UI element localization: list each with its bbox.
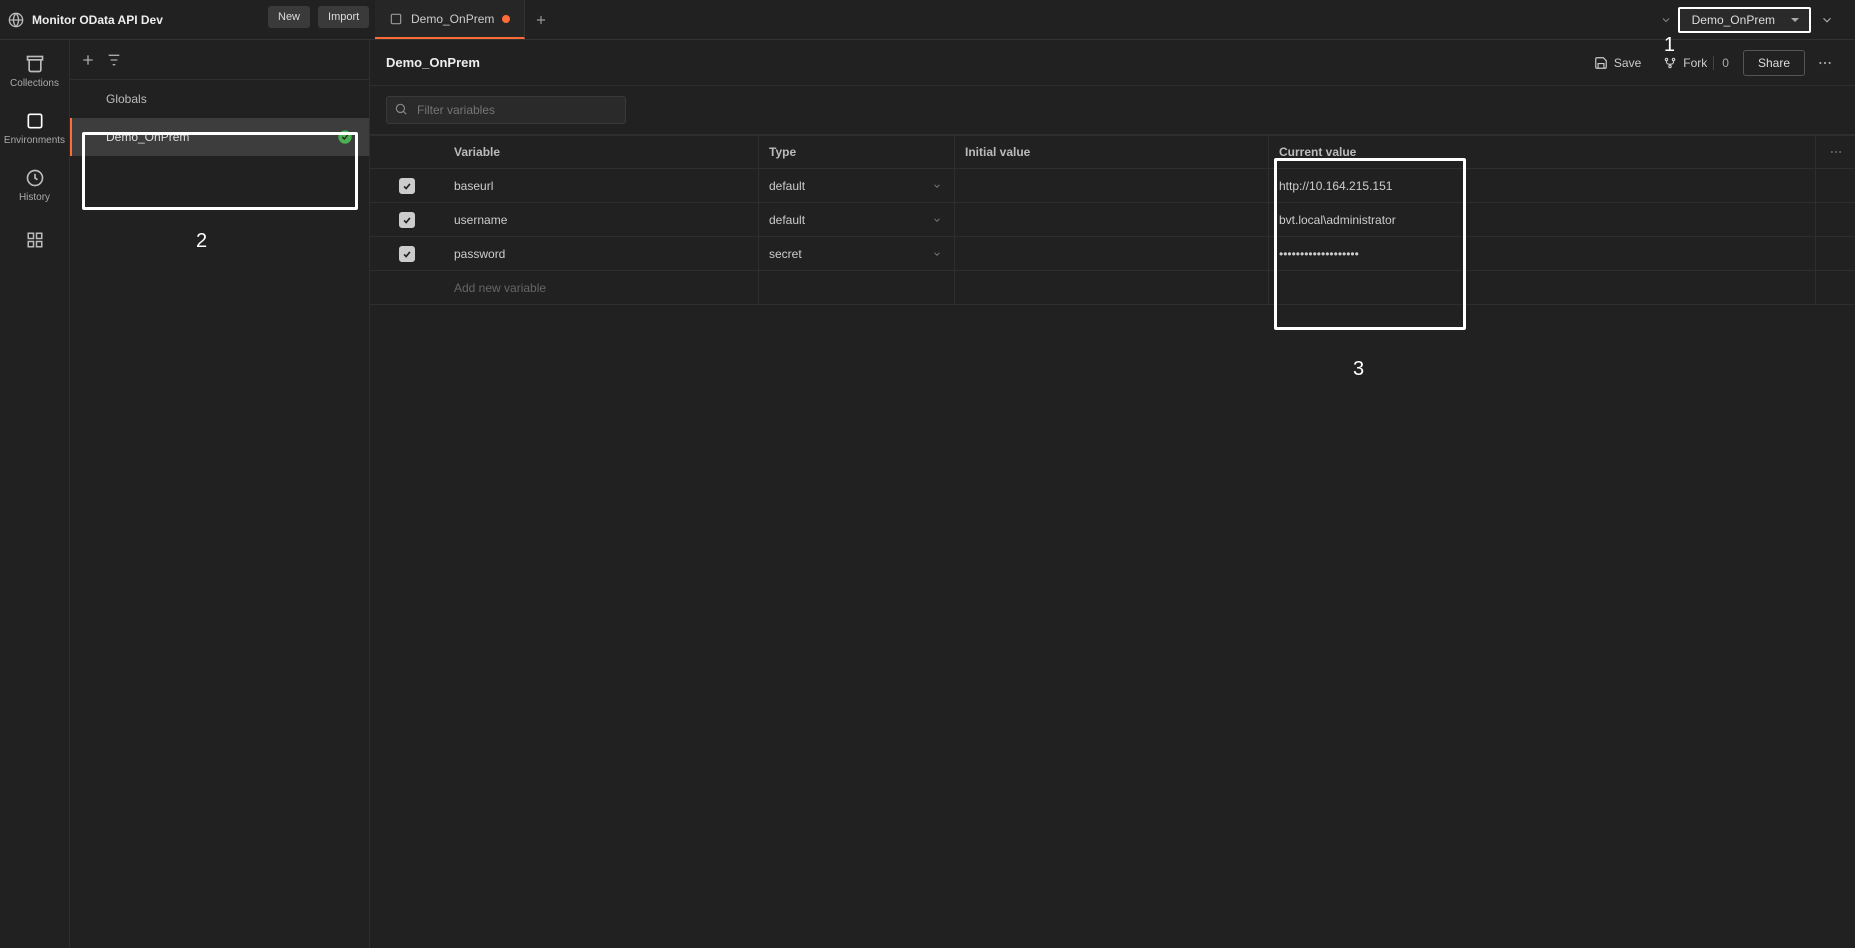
- callout-label-3: 3: [1353, 358, 1364, 381]
- filter-variables-input[interactable]: [386, 96, 626, 124]
- sidebar: Globals Demo_OnPrem 2: [70, 40, 370, 948]
- rail-environments[interactable]: Environments: [0, 105, 69, 152]
- var-name[interactable]: password: [444, 237, 758, 270]
- var-initial[interactable]: [954, 237, 1268, 270]
- box-icon: [389, 12, 403, 26]
- box-icon: [25, 111, 45, 131]
- callout-label-1: 1: [1664, 34, 1675, 57]
- col-current: Current value: [1268, 136, 1815, 168]
- table-row: baseurl default http://10.164.215.151: [370, 169, 1855, 203]
- col-initial: Initial value: [954, 136, 1268, 168]
- row-checkbox[interactable]: [399, 212, 415, 228]
- rail-collections-label: Collections: [10, 78, 59, 89]
- env-selector-value: Demo_OnPrem: [1692, 13, 1775, 27]
- rail-environments-label: Environments: [4, 135, 65, 146]
- share-button[interactable]: Share: [1743, 50, 1805, 76]
- unsaved-dot-icon: [502, 15, 510, 23]
- dots-icon: [1817, 55, 1833, 71]
- new-tab-button[interactable]: [525, 13, 557, 27]
- variables-table: Variable Type Initial value Current valu…: [370, 135, 1855, 305]
- sidebar-item-globals[interactable]: Globals: [70, 80, 369, 118]
- sidebar-globals-label: Globals: [106, 92, 147, 106]
- tab-strip: Demo_OnPrem: [375, 0, 557, 39]
- var-current[interactable]: http://10.164.215.151: [1268, 169, 1815, 202]
- import-button[interactable]: Import: [318, 6, 369, 28]
- chevron-down-icon: [932, 181, 942, 191]
- table-row-add[interactable]: Add new variable: [370, 271, 1855, 305]
- fork-icon: [1663, 56, 1677, 70]
- var-type[interactable]: default: [758, 203, 954, 236]
- var-name[interactable]: username: [444, 203, 758, 236]
- var-type[interactable]: secret: [758, 237, 954, 270]
- main-panel: Demo_OnPrem Save Fork 0 Share: [370, 40, 1855, 948]
- table-header-menu[interactable]: [1815, 136, 1855, 168]
- environment-selector[interactable]: Demo_OnPrem: [1678, 7, 1811, 33]
- tab-demo-onprem[interactable]: Demo_OnPrem: [375, 0, 525, 39]
- var-name[interactable]: baseurl: [444, 169, 758, 202]
- save-icon: [1594, 56, 1608, 70]
- chevron-down-icon: [932, 215, 942, 225]
- fork-label: Fork: [1683, 56, 1707, 70]
- env-quicklook-button[interactable]: [1813, 6, 1841, 34]
- col-type: Type: [758, 136, 954, 168]
- clock-icon: [25, 168, 45, 188]
- check-icon: [337, 129, 353, 145]
- rail-collections[interactable]: Collections: [0, 48, 69, 95]
- sidebar-item-demo-onprem[interactable]: Demo_OnPrem: [70, 118, 369, 156]
- var-initial[interactable]: [954, 169, 1268, 202]
- save-button[interactable]: Save: [1586, 52, 1649, 74]
- page-title: Demo_OnPrem: [386, 55, 480, 70]
- sidebar-env-label: Demo_OnPrem: [106, 130, 189, 144]
- dots-icon: [1829, 145, 1843, 159]
- chevron-down-icon: [932, 249, 942, 259]
- rail-history[interactable]: History: [0, 162, 69, 209]
- table-row: password secret •••••••••••••••••••: [370, 237, 1855, 271]
- add-variable-placeholder[interactable]: Add new variable: [444, 271, 758, 304]
- var-current[interactable]: bvt.local\administrator: [1268, 203, 1815, 236]
- filter-env-button[interactable]: [106, 52, 122, 68]
- var-type[interactable]: default: [758, 169, 954, 202]
- top-bar: Monitor OData API Dev New Import Demo_On…: [0, 0, 1855, 40]
- save-label: Save: [1614, 56, 1641, 70]
- table-row: username default bvt.local\administrator: [370, 203, 1855, 237]
- col-variable: Variable: [444, 136, 758, 168]
- callout-label-2: 2: [196, 230, 207, 253]
- more-actions-button[interactable]: [1811, 51, 1839, 75]
- search-icon: [394, 102, 408, 116]
- var-current[interactable]: •••••••••••••••••••: [1268, 237, 1815, 270]
- nav-rail: Collections Environments History: [0, 40, 70, 948]
- row-checkbox[interactable]: [399, 178, 415, 194]
- grid-icon: [26, 231, 44, 249]
- row-checkbox[interactable]: [399, 246, 415, 262]
- new-button[interactable]: New: [268, 6, 310, 28]
- create-env-button[interactable]: [80, 52, 96, 68]
- globe-icon: [8, 12, 24, 28]
- archive-icon: [25, 54, 45, 74]
- fork-count: 0: [1713, 56, 1729, 70]
- var-initial[interactable]: [954, 203, 1268, 236]
- tab-label: Demo_OnPrem: [411, 12, 494, 26]
- rail-apps[interactable]: [0, 225, 69, 255]
- workspace-name[interactable]: Monitor OData API Dev: [32, 13, 163, 27]
- rail-history-label: History: [19, 192, 50, 203]
